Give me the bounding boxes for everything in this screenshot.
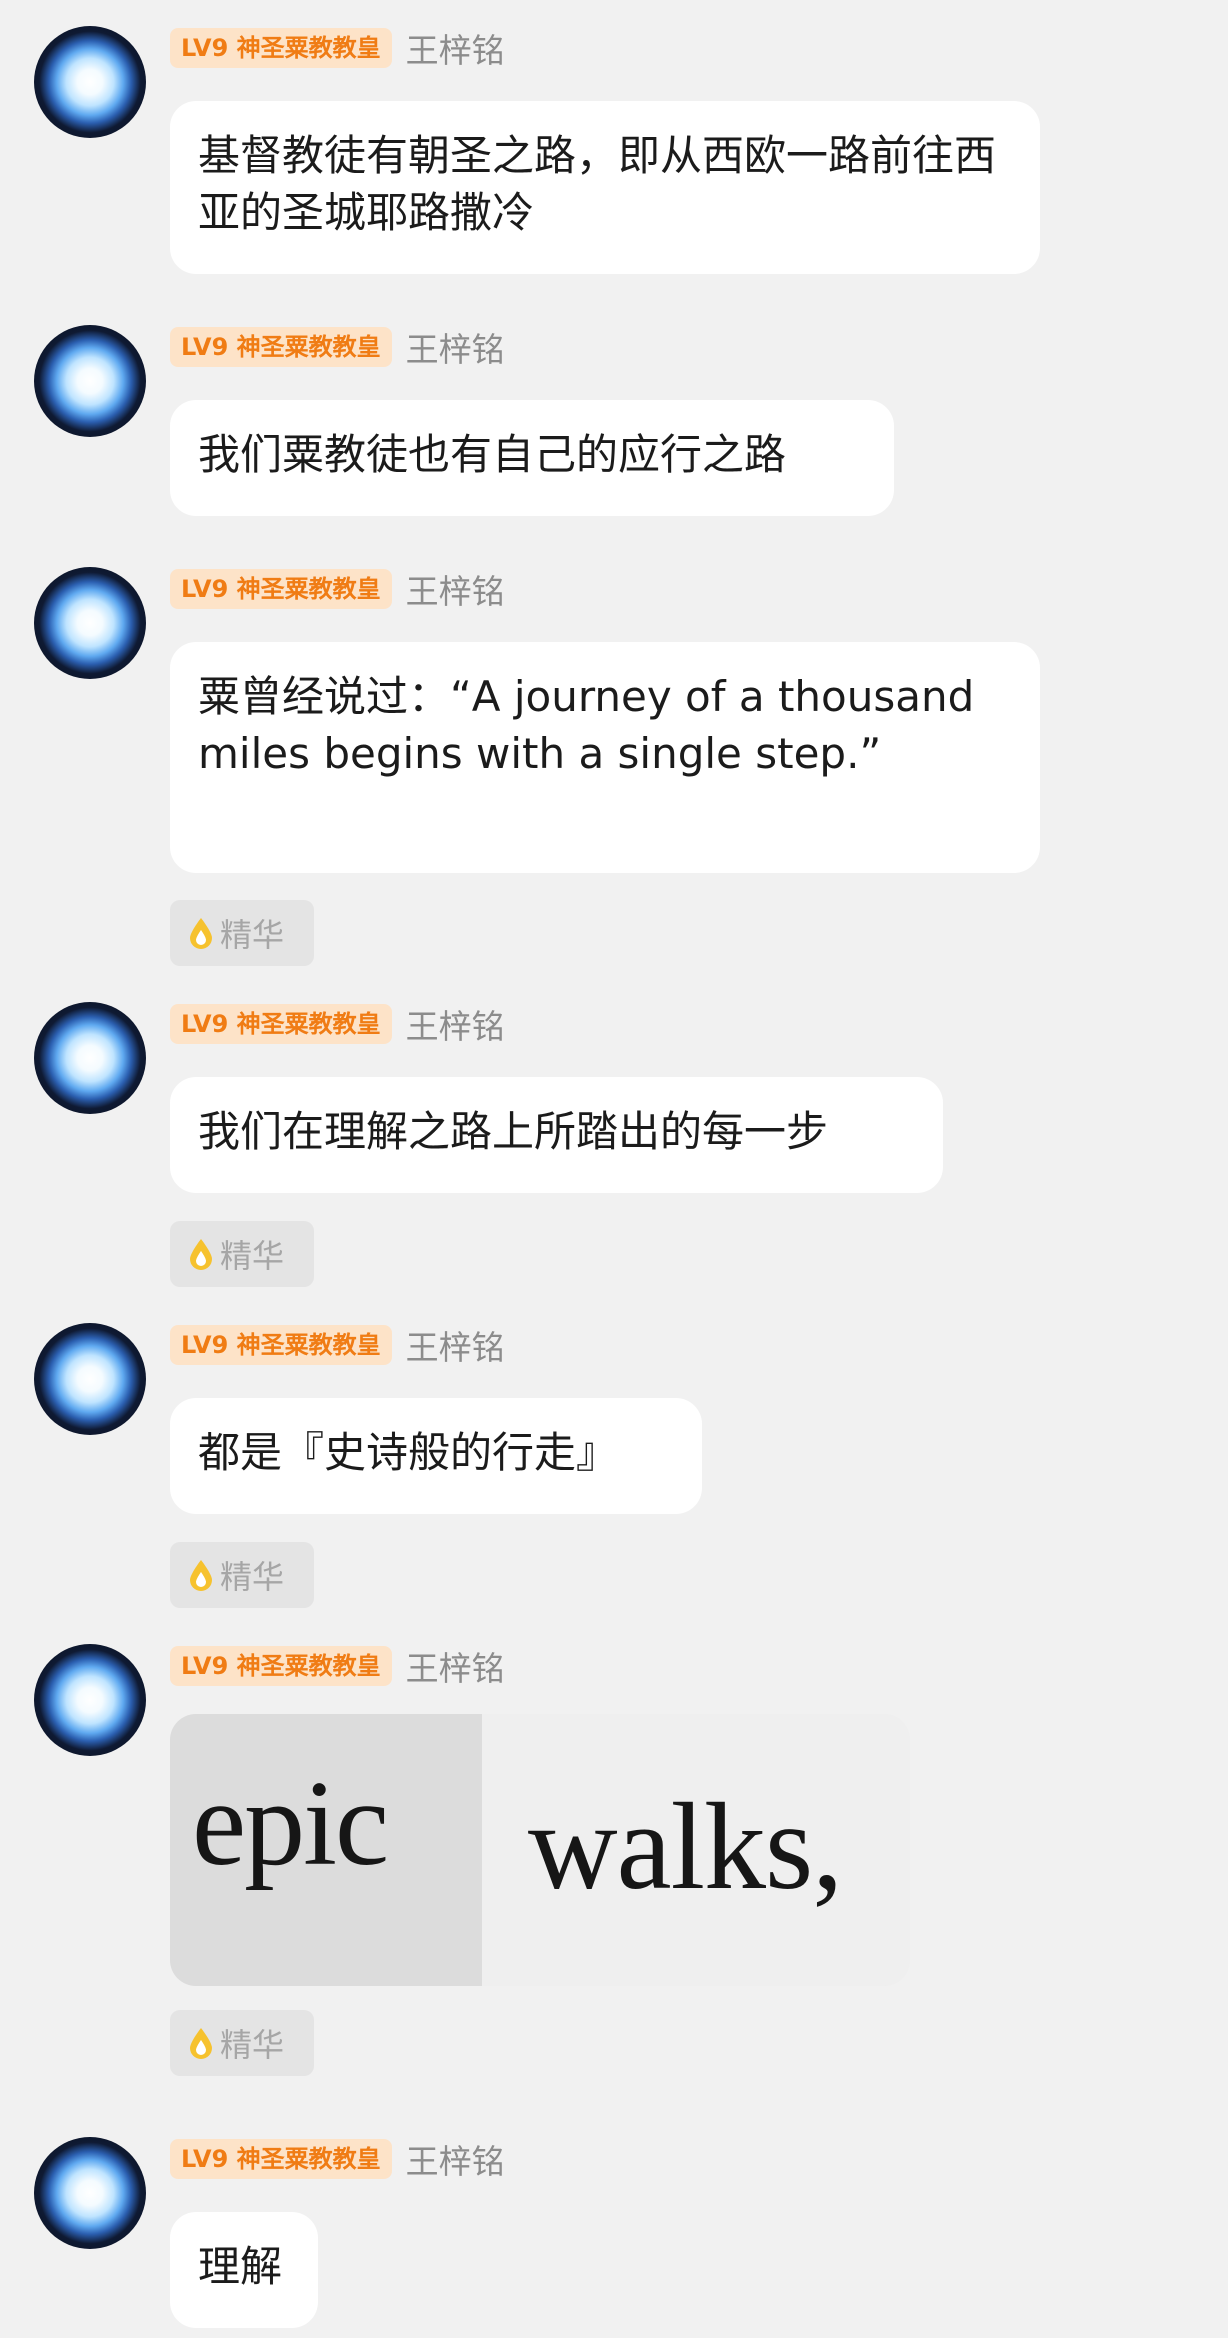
sender-name[interactable]: 王梓铭 <box>406 323 505 371</box>
avatar[interactable] <box>34 567 146 679</box>
tag-label: 精华 <box>220 1558 285 1596</box>
message-bubble[interactable]: 理解 <box>170 2212 318 2328</box>
avatar[interactable] <box>34 1323 146 1435</box>
message-text: 理解 <box>198 2242 283 2291</box>
sender-info: LV9 神圣粟教教皇 王梓铭 <box>170 323 505 371</box>
drop-icon <box>190 918 212 949</box>
sender-info: LV9 神圣粟教教皇 王梓铭 <box>170 1321 505 1369</box>
message-text: 粟曾经说过：“A journey of a thousand miles beg… <box>198 672 975 778</box>
sender-name[interactable]: 王梓铭 <box>406 1321 505 1369</box>
avatar[interactable] <box>34 2137 146 2249</box>
level-badge: LV9 神圣粟教教皇 <box>170 1325 392 1365</box>
tag-label: 精华 <box>220 1237 285 1275</box>
level-badge: LV9 神圣粟教教皇 <box>170 1646 392 1686</box>
message-bubble[interactable]: 我们粟教徒也有自己的应行之路 <box>170 400 894 516</box>
level-badge: LV9 神圣粟教教皇 <box>170 327 392 367</box>
message-bubble[interactable]: 都是『史诗般的行走』 <box>170 1398 702 1514</box>
drop-icon <box>190 1239 212 1270</box>
tag-label: 精华 <box>220 2026 285 2064</box>
sender-info: LV9 神圣粟教教皇 王梓铭 <box>170 2135 505 2183</box>
message-bubble[interactable]: 基督教徒有朝圣之路，即从西欧一路前往西亚的圣城耶路撒冷 <box>170 101 1040 274</box>
essence-tag[interactable]: 精华 <box>170 2010 314 2076</box>
sender-name[interactable]: 王梓铭 <box>406 565 505 613</box>
message-text: 基督教徒有朝圣之路，即从西欧一路前往西亚的圣城耶路撒冷 <box>198 131 997 237</box>
sender-info: LV9 神圣粟教教皇 王梓铭 <box>170 565 505 613</box>
sender-info: LV9 神圣粟教教皇 王梓铭 <box>170 1642 505 1690</box>
avatar[interactable] <box>34 26 146 138</box>
sender-name[interactable]: 王梓铭 <box>406 1000 505 1048</box>
drop-icon <box>190 1560 212 1591</box>
tag-label: 精华 <box>220 916 285 954</box>
message-bubble[interactable]: 粟曾经说过：“A journey of a thousand miles beg… <box>170 642 1040 873</box>
sender-info: LV9 神圣粟教教皇 王梓铭 <box>170 24 505 72</box>
message-bubble[interactable]: 我们在理解之路上所踏出的每一步 <box>170 1077 943 1193</box>
level-badge: LV9 神圣粟教教皇 <box>170 569 392 609</box>
sender-name[interactable]: 王梓铭 <box>406 24 505 72</box>
image-message[interactable]: epic walks, <box>170 1714 910 1986</box>
essence-tag[interactable]: 精华 <box>170 1221 314 1287</box>
sender-name[interactable]: 王梓铭 <box>406 1642 505 1690</box>
sender-info: LV9 神圣粟教教皇 王梓铭 <box>170 1000 505 1048</box>
essence-tag[interactable]: 精华 <box>170 1542 314 1608</box>
level-badge: LV9 神圣粟教教皇 <box>170 1004 392 1044</box>
drop-icon <box>190 2028 212 2059</box>
sender-name[interactable]: 王梓铭 <box>406 2135 505 2183</box>
message-text: 都是『史诗般的行走』 <box>198 1428 619 1477</box>
level-badge: LV9 神圣粟教教皇 <box>170 2139 392 2179</box>
image-word-walks: walks, <box>528 1778 843 1915</box>
level-badge: LV9 神圣粟教教皇 <box>170 28 392 68</box>
message-text: 我们在理解之路上所踏出的每一步 <box>198 1107 829 1156</box>
avatar[interactable] <box>34 1002 146 1114</box>
avatar[interactable] <box>34 1644 146 1756</box>
image-word-epic: epic <box>192 1756 389 1891</box>
avatar[interactable] <box>34 325 146 437</box>
essence-tag[interactable]: 精华 <box>170 900 314 966</box>
message-text: 我们粟教徒也有自己的应行之路 <box>198 430 787 479</box>
